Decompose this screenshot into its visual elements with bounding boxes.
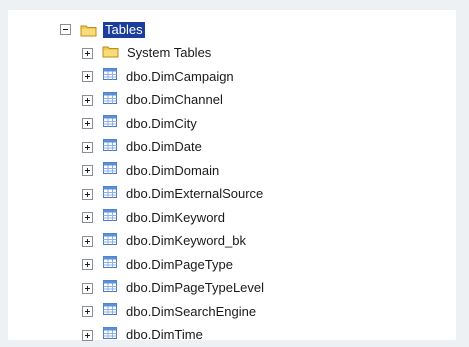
tree-node[interactable]: dbo.DimExternalSource [82, 183, 266, 207]
tree-view: Tables System Tables dbo.DimCampaign dbo.D… [60, 18, 266, 347]
expand-icon[interactable] [82, 212, 93, 223]
table-icon [102, 185, 118, 204]
tree-node[interactable]: dbo.DimTime [82, 324, 266, 347]
table-icon [102, 326, 118, 345]
folder-icon [102, 44, 119, 63]
tree-node[interactable]: System Tables [82, 42, 266, 66]
expand-icon[interactable] [82, 48, 93, 59]
folder-icon [80, 23, 97, 37]
expand-icon[interactable] [82, 306, 93, 317]
tree-node[interactable]: dbo.DimChannel [82, 89, 266, 113]
object-explorer-panel: Tables System Tables dbo.DimCampaign dbo.D… [8, 10, 456, 340]
tree-node[interactable]: dbo.DimKeyword [82, 206, 266, 230]
tree-node-label: dbo.DimDomain [124, 163, 221, 179]
expand-icon[interactable] [82, 165, 93, 176]
tree-children: System Tables dbo.DimCampaign dbo.DimChann… [60, 42, 266, 347]
table-icon [102, 114, 118, 133]
table-icon [102, 232, 118, 251]
tree-node-label: dbo.DimSearchEngine [124, 304, 258, 320]
tree-node[interactable]: dbo.DimDomain [82, 159, 266, 183]
tree-node-label: dbo.DimExternalSource [124, 186, 265, 202]
expand-icon[interactable] [82, 142, 93, 153]
tree-node[interactable]: dbo.DimKeyword_bk [82, 230, 266, 254]
table-icon [102, 138, 118, 157]
tree-node-label: dbo.DimKeyword [124, 210, 227, 226]
expand-icon[interactable] [82, 118, 93, 129]
table-icon [102, 67, 118, 86]
table-icon [102, 255, 118, 274]
tree-node[interactable]: dbo.DimPageType [82, 253, 266, 277]
table-icon [102, 208, 118, 227]
tree-node[interactable]: dbo.DimPageTypeLevel [82, 277, 266, 301]
tree-node-label: dbo.DimKeyword_bk [124, 233, 248, 249]
table-icon [102, 91, 118, 110]
tree-node-label: Tables [103, 22, 145, 38]
tree-node-label: dbo.DimCity [124, 116, 199, 132]
expand-icon[interactable] [82, 71, 93, 82]
tree-node-label: dbo.DimPageTypeLevel [124, 280, 266, 296]
tree-node-label: dbo.DimChannel [124, 92, 225, 108]
tree-node[interactable]: dbo.DimCity [82, 112, 266, 136]
tree-node[interactable]: dbo.DimCampaign [82, 65, 266, 89]
collapse-icon[interactable] [60, 24, 71, 35]
tree-node-label: dbo.DimCampaign [124, 69, 236, 85]
tree-node-tables[interactable]: Tables [60, 18, 266, 42]
expand-icon[interactable] [82, 330, 93, 341]
expand-icon[interactable] [82, 95, 93, 106]
tree-node-label: dbo.DimDate [124, 139, 204, 155]
expand-icon[interactable] [82, 236, 93, 247]
table-icon [102, 161, 118, 180]
expand-icon[interactable] [82, 189, 93, 200]
tree-node-label: dbo.DimPageType [124, 257, 235, 273]
expand-icon[interactable] [82, 259, 93, 270]
table-icon [102, 302, 118, 321]
tree-node-label: System Tables [125, 45, 213, 61]
tree-node[interactable]: dbo.DimDate [82, 136, 266, 160]
expand-icon[interactable] [82, 283, 93, 294]
table-icon [102, 279, 118, 298]
tree-node-label: dbo.DimTime [124, 327, 205, 343]
tree-node[interactable]: dbo.DimSearchEngine [82, 300, 266, 324]
